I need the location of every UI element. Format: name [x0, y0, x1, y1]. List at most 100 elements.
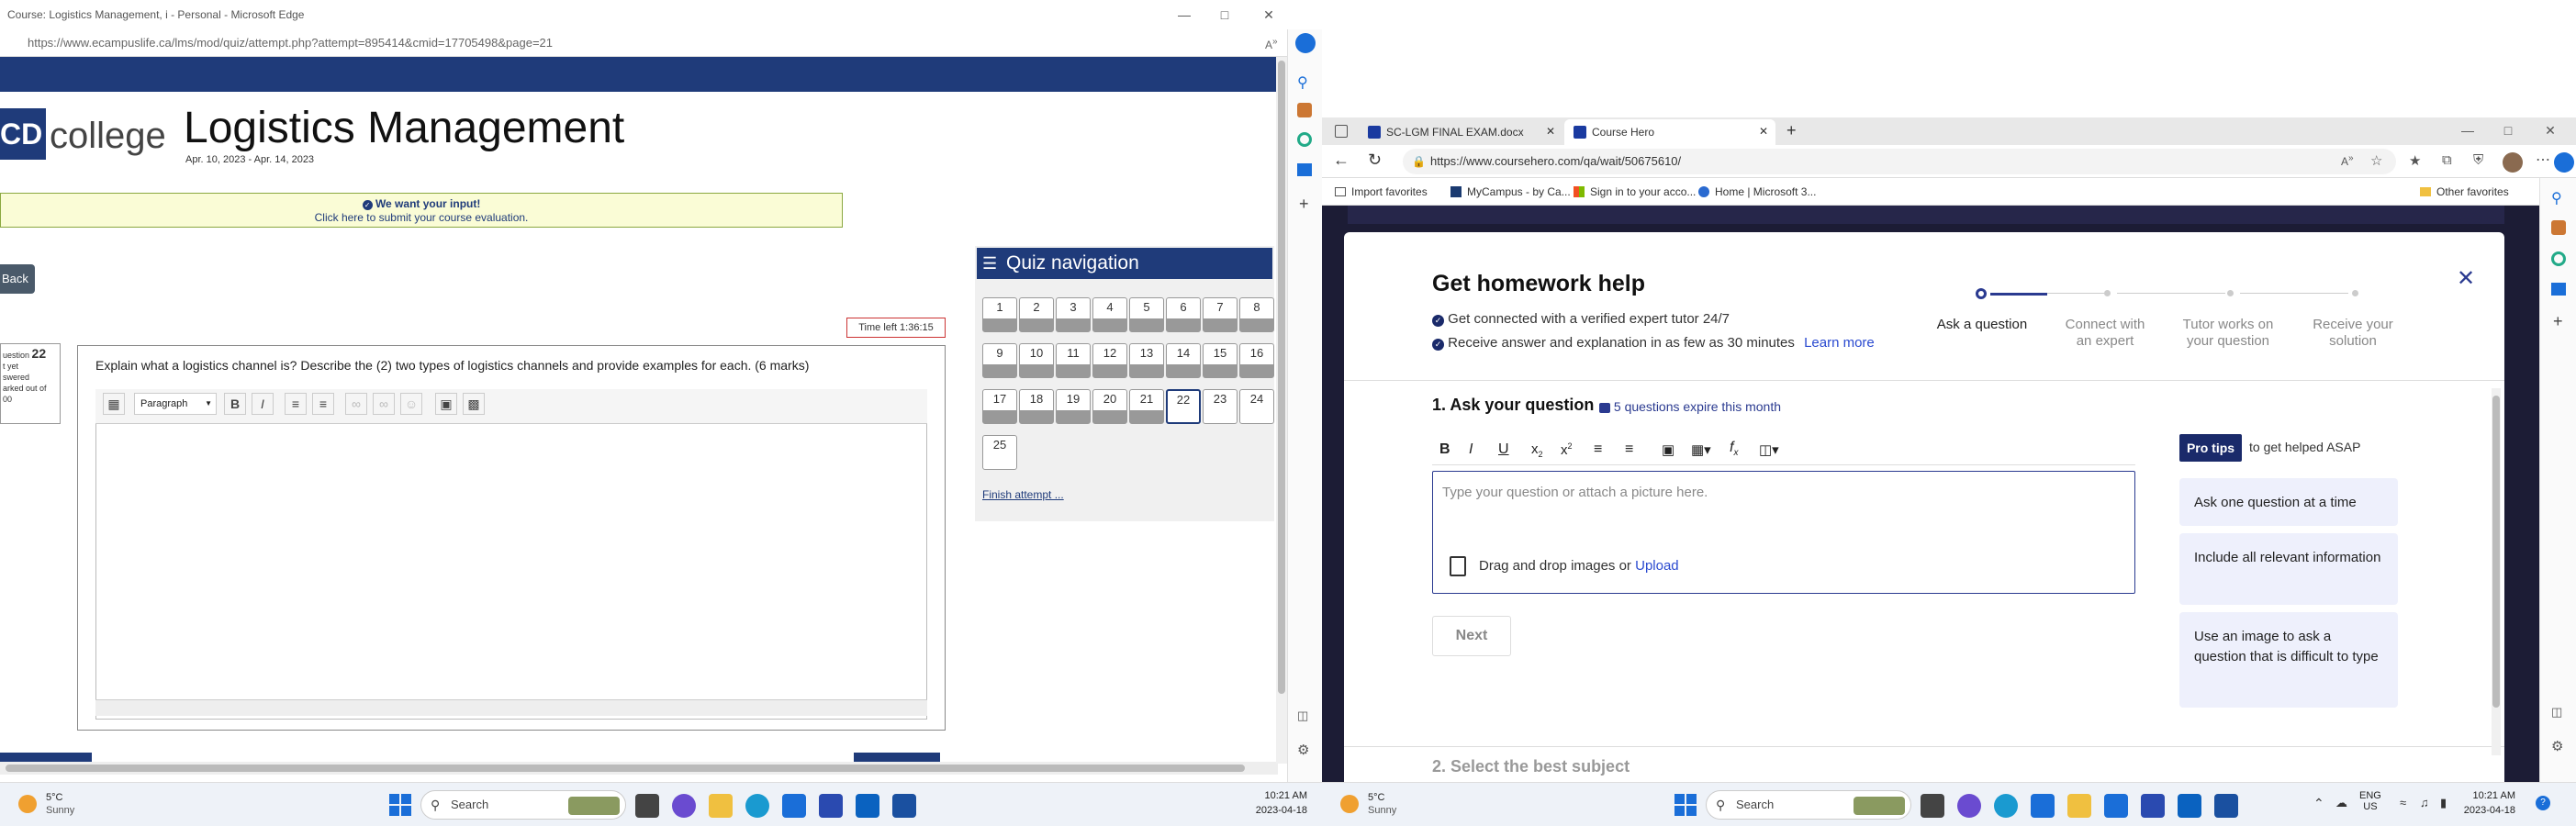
- outlook-icon[interactable]: [2551, 283, 2566, 296]
- file-explorer-icon[interactable]: [2067, 794, 2091, 818]
- quiz-question-button[interactable]: 21: [1129, 389, 1164, 424]
- search-icon[interactable]: ⚲: [1297, 73, 1308, 92]
- close-tab-icon[interactable]: ✕: [1759, 125, 1768, 138]
- bullet-list-icon[interactable]: ≡: [285, 393, 307, 415]
- quiz-question-button[interactable]: 19: [1056, 389, 1091, 424]
- vertical-scroll-thumb[interactable]: [1278, 61, 1285, 694]
- quiz-question-button[interactable]: 14: [1166, 343, 1201, 378]
- word-icon[interactable]: [892, 794, 916, 818]
- store-icon[interactable]: [782, 794, 806, 818]
- windows-start-icon[interactable]: [1674, 794, 1697, 816]
- vscode-icon[interactable]: [819, 794, 843, 818]
- bing-icon[interactable]: [1295, 33, 1316, 53]
- eval-link[interactable]: Click here to submit your course evaluat…: [1, 211, 842, 225]
- next-button[interactable]: Next: [1432, 616, 1511, 656]
- image-icon[interactable]: ▣: [435, 393, 457, 415]
- favorite-mycampus[interactable]: MyCampus - by Ca...: [1450, 185, 1571, 198]
- more-options-icon[interactable]: ◫▾: [1759, 441, 1779, 458]
- other-favorites[interactable]: Other favorites: [2420, 185, 2509, 198]
- more-menu-icon[interactable]: ⋯: [2536, 151, 2550, 169]
- panel-scrollbar[interactable]: [2492, 388, 2501, 755]
- close-panel-icon[interactable]: ✕: [2457, 265, 2475, 292]
- emoji-icon[interactable]: ☺: [400, 393, 422, 415]
- superscript-icon[interactable]: x2: [1561, 441, 1573, 458]
- question-placeholder[interactable]: Type your question or attach a picture h…: [1442, 485, 1708, 500]
- outlook-icon[interactable]: [856, 794, 879, 818]
- quiz-question-button[interactable]: 18: [1019, 389, 1054, 424]
- quiz-question-button[interactable]: 12: [1092, 343, 1127, 378]
- quiz-question-button[interactable]: 22: [1166, 389, 1201, 424]
- word-icon[interactable]: [2214, 794, 2238, 818]
- bold-icon[interactable]: B: [1439, 441, 1450, 458]
- settings-icon[interactable]: ⚙: [2551, 738, 2563, 754]
- maximize-button[interactable]: □: [2497, 121, 2519, 140]
- quiz-question-button[interactable]: 4: [1092, 297, 1127, 332]
- tab-course-hero[interactable]: Course Hero ✕: [1564, 119, 1775, 145]
- back-button[interactable]: Back: [0, 264, 35, 294]
- question-input[interactable]: Type your question or attach a picture h…: [1432, 471, 2135, 594]
- volume-icon[interactable]: ♫: [2420, 796, 2429, 809]
- minimize-button[interactable]: —: [1173, 6, 1195, 24]
- favorite-import[interactable]: Import favorites: [1335, 185, 1428, 198]
- language-indicator[interactable]: ENG US: [2359, 790, 2381, 812]
- edge-icon[interactable]: [745, 794, 769, 818]
- weather-desc[interactable]: Sunny: [1368, 805, 1396, 816]
- weather-temp[interactable]: 5°C: [46, 792, 62, 803]
- settings-icon[interactable]: ⚙: [1297, 742, 1309, 758]
- left-url[interactable]: https://www.ecampuslife.ca/lms/mod/quiz/…: [28, 36, 553, 50]
- quiz-question-button[interactable]: 8: [1239, 297, 1274, 332]
- italic-icon[interactable]: I: [1469, 441, 1473, 458]
- sidebar-layout-icon[interactable]: ◫: [2551, 705, 2562, 720]
- task-view-icon[interactable]: [635, 794, 659, 818]
- quiz-question-button[interactable]: 7: [1203, 297, 1238, 332]
- numbered-list-icon[interactable]: ≡: [312, 393, 334, 415]
- office-icon[interactable]: [2551, 251, 2566, 266]
- quiz-question-button[interactable]: 15: [1203, 343, 1238, 378]
- add-icon[interactable]: +: [1299, 195, 1309, 214]
- quiz-question-button[interactable]: 3: [1056, 297, 1091, 332]
- toolbar-toggle-icon[interactable]: ▦: [103, 393, 125, 415]
- close-button[interactable]: ✕: [1258, 6, 1280, 24]
- taskbar-date[interactable]: 2023-04-18: [1252, 805, 1307, 816]
- panel-scroll-thumb[interactable]: [2492, 396, 2500, 708]
- notification-badge[interactable]: ?: [2536, 796, 2550, 810]
- read-aloud-icon[interactable]: A»: [2341, 153, 2354, 168]
- tab-actions-icon[interactable]: [1335, 125, 1348, 138]
- back-icon[interactable]: ←: [1333, 151, 1350, 170]
- paragraph-select[interactable]: Paragraph ▼: [134, 393, 217, 415]
- quiz-question-button[interactable]: 2: [1019, 297, 1054, 332]
- course-evaluation-banner[interactable]: ✓ We want your input! Click here to subm…: [0, 193, 843, 228]
- store-icon[interactable]: [2104, 794, 2128, 818]
- minimize-button[interactable]: —: [2457, 121, 2479, 140]
- chevron-up-icon[interactable]: ⌃: [2313, 796, 2324, 811]
- sidebar-layout-icon[interactable]: ◫: [1297, 709, 1308, 723]
- quiz-question-button[interactable]: 10: [1019, 343, 1054, 378]
- windows-start-icon[interactable]: [389, 794, 411, 816]
- upload-link[interactable]: Upload: [1635, 558, 1679, 574]
- bullet-list-icon[interactable]: ≡: [1625, 441, 1633, 458]
- quiz-question-button[interactable]: 20: [1092, 389, 1127, 424]
- link-icon[interactable]: ∞: [345, 393, 367, 415]
- new-tab-icon[interactable]: +: [1786, 121, 1797, 140]
- quiz-question-button[interactable]: 17: [982, 389, 1017, 424]
- favorite-star-icon[interactable]: ☆: [2370, 152, 2382, 169]
- onedrive-icon[interactable]: ☁: [2335, 796, 2347, 810]
- address-bar[interactable]: 🔒 https://www.coursehero.com/qa/wait/506…: [1403, 149, 2396, 174]
- bottom-right-button-edge[interactable]: [854, 753, 940, 762]
- quiz-question-button[interactable]: 23: [1203, 389, 1238, 424]
- quiz-question-button[interactable]: 6: [1166, 297, 1201, 332]
- vertical-scrollbar[interactable]: [1276, 57, 1287, 764]
- taskbar-time[interactable]: 10:21 AM: [2460, 790, 2515, 801]
- unlink-icon[interactable]: ∞: [373, 393, 395, 415]
- weather-desc[interactable]: Sunny: [46, 805, 74, 816]
- search-icon[interactable]: ⚲: [2551, 189, 2562, 207]
- taskbar-date[interactable]: 2023-04-18: [2460, 805, 2515, 816]
- store-icon[interactable]: [2031, 794, 2055, 818]
- profile-avatar[interactable]: [2503, 152, 2523, 173]
- formula-icon[interactable]: fx: [1730, 440, 1738, 458]
- chat-icon[interactable]: [1957, 794, 1981, 818]
- learn-more-link[interactable]: Learn more: [1804, 335, 1875, 351]
- tab-exam-doc[interactable]: SC-LGM FINAL EXAM.docx ✕: [1359, 119, 1562, 145]
- shield-icon[interactable]: ⛨: [2473, 152, 2483, 168]
- quiz-question-button[interactable]: 25: [982, 435, 1017, 470]
